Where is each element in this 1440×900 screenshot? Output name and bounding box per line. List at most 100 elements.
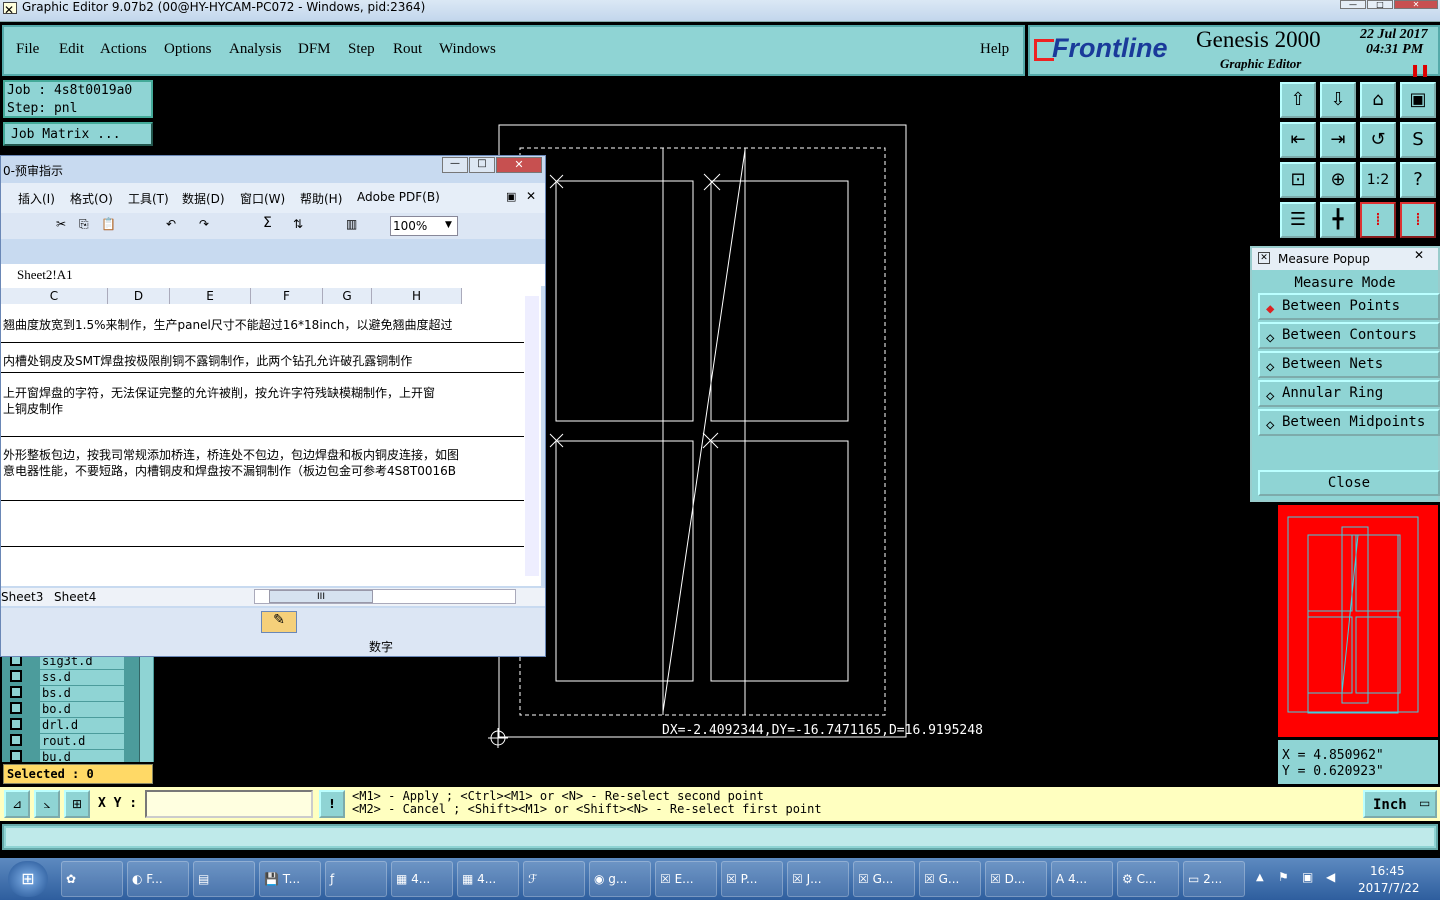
grid-icon[interactable]: ╋ [1320, 202, 1356, 238]
tray-volume-icon[interactable]: ◀ [1326, 870, 1335, 884]
column-header[interactable]: F [251, 288, 323, 304]
menu-file[interactable]: File [16, 41, 39, 58]
zoom-select[interactable]: 100% ▼ [390, 216, 458, 236]
copy-icon[interactable]: ⎘ [79, 217, 89, 232]
units-dropdown-icon[interactable]: ▭ [1419, 796, 1430, 810]
cell-row-3b[interactable]: 上铜皮制作 [3, 400, 523, 417]
taskbar-item[interactable]: ▤ [193, 861, 255, 897]
taskbar-item[interactable]: ◐ F... [127, 861, 189, 897]
grid-tool-icon[interactable]: ⊞ [64, 790, 90, 818]
snap-icon[interactable]: S [1400, 122, 1436, 158]
menu-actions[interactable]: Actions [100, 41, 147, 58]
checkbox-icon[interactable] [10, 750, 22, 762]
option-between-midpoints[interactable]: ◇ Between Midpoints [1258, 409, 1440, 436]
close-window-button[interactable]: ✕ [1394, 0, 1438, 9]
taskbar-item[interactable]: ▦ 4... [457, 861, 519, 897]
select-tool-icon[interactable]: ⊿ [4, 790, 30, 818]
taskbar-item[interactable]: ◉ g... [589, 861, 651, 897]
excel-maximize-button[interactable]: □ [469, 157, 495, 173]
pan-right-icon[interactable]: ⇥ [1320, 122, 1356, 158]
scroll-thumb[interactable]: III [269, 590, 373, 603]
column-header[interactable]: D [108, 288, 170, 304]
menu-options[interactable]: Options [164, 41, 212, 58]
column-header[interactable]: C [1, 288, 108, 304]
option-between-nets[interactable]: ◇ Between Nets [1258, 351, 1440, 378]
excel-close-button[interactable]: ✕ [496, 157, 542, 173]
cut-icon[interactable]: ✂ [56, 217, 66, 231]
menu-rout[interactable]: Rout [393, 41, 422, 58]
column-header[interactable]: G [323, 288, 372, 304]
tray-arrow-icon[interactable]: ▲ [1256, 872, 1264, 883]
menu-help[interactable]: Help [980, 41, 1009, 58]
close-button[interactable]: Close [1258, 470, 1440, 496]
column-header[interactable]: E [170, 288, 251, 304]
layer-scrollbar[interactable] [139, 650, 153, 762]
cell-row-1[interactable]: 翘曲度放宽到1.5%来制作，生产panel尺寸不能超过16*18inch，以避免… [3, 316, 523, 333]
zoom-fit-icon[interactable]: ⊡ [1280, 162, 1316, 198]
job-matrix-button[interactable]: Job Matrix ... [3, 122, 153, 146]
vertical-scrollbar[interactable] [525, 296, 539, 576]
sum-icon[interactable]: Σ [263, 215, 272, 231]
popup-close-icon[interactable]: ✕ [1414, 248, 1424, 262]
close-doc-icon[interactable]: ✕ [526, 189, 536, 203]
menu-windows[interactable]: Windows [439, 41, 496, 58]
taskbar-item[interactable]: ☒ P... [721, 861, 783, 897]
checkbox-icon[interactable] [10, 670, 22, 682]
edit-tool-icon[interactable]: ⦣ [34, 790, 60, 818]
checkbox-icon[interactable] [10, 702, 22, 714]
menu-window[interactable]: 窗口(W) [240, 190, 285, 207]
minimize-button[interactable]: — [1340, 0, 1366, 9]
menu-tools[interactable]: 工具(T) [128, 190, 169, 207]
menu-analysis[interactable]: Analysis [229, 41, 282, 58]
cell-row-4[interactable]: 外形整板包边，按我司常规添加桥连，桥连处不包边，包边焊盘和板内铜皮连接，如图 [3, 446, 523, 463]
taskbar-item[interactable]: ▦ 4... [391, 861, 453, 897]
menu-adobe-pdf[interactable]: Adobe PDF(B) [357, 190, 440, 204]
window-icon[interactable]: ▣ [1400, 82, 1436, 118]
export-icon[interactable]: ⇧ [1280, 82, 1316, 118]
taskbar-item[interactable]: ☒ G... [853, 861, 915, 897]
pan-left-icon[interactable]: ⇤ [1280, 122, 1316, 158]
menu-format[interactable]: 格式(O) [70, 190, 113, 207]
paste-icon[interactable]: 📋 [101, 217, 116, 231]
sheet-tab-3[interactable]: Sheet3 [1, 590, 43, 604]
help-icon[interactable]: ? [1400, 162, 1436, 198]
home-icon[interactable]: ⌂ [1360, 82, 1396, 118]
checkbox-icon[interactable] [10, 718, 22, 730]
layer-item[interactable]: bu.d [2, 750, 127, 762]
layer-red2-icon[interactable]: ⁞ [1400, 202, 1436, 238]
menu-edit[interactable]: Edit [59, 41, 84, 58]
undo-excel-icon[interactable]: ↶ [166, 217, 176, 231]
tray-network-icon[interactable]: ▣ [1302, 870, 1313, 884]
option-annular-ring[interactable]: ◇ Annular Ring [1258, 380, 1440, 407]
restore-icon[interactable]: ▣ [506, 190, 516, 203]
ratio-icon[interactable]: 1:2 [1360, 162, 1396, 198]
menu-dfm[interactable]: DFM [298, 41, 331, 58]
cell-row-2[interactable]: 内槽处铜皮及SMT焊盘按极限削铜不露铜制作，此两个钻孔允许破孔露铜制作 [3, 352, 523, 369]
chevron-down-icon[interactable]: ▼ [445, 220, 452, 230]
cell-row-4b[interactable]: 意电器性能，不要短路，内槽铜皮和焊盘按不漏铜制作（板边包金可参考4S8T0016… [3, 462, 523, 479]
taskbar-item[interactable]: ☒ G... [919, 861, 981, 897]
taskbar-item[interactable]: ƒ [325, 861, 387, 897]
maximize-button[interactable]: □ [1367, 0, 1393, 9]
taskbar-item[interactable]: ☒ E... [655, 861, 717, 897]
zoom-center-icon[interactable]: ⊕ [1320, 162, 1356, 198]
option-between-contours[interactable]: ◇ Between Contours [1258, 322, 1440, 349]
xy-input[interactable] [145, 790, 313, 818]
option-between-points[interactable]: ◆ Between Points [1258, 293, 1440, 320]
sort-asc-icon[interactable]: ⇅ [293, 217, 303, 231]
menu-insert[interactable]: 插入(I) [18, 190, 55, 207]
menu-data[interactable]: 数据(D) [182, 190, 225, 207]
taskbar-item[interactable]: ✿ [61, 861, 123, 897]
clock-time[interactable]: 16:45 [1370, 864, 1405, 878]
import-icon[interactable]: ⇩ [1320, 82, 1356, 118]
start-button[interactable]: ⊞ [8, 861, 48, 897]
menu-help-excel[interactable]: 帮助(H) [300, 190, 342, 207]
units-select[interactable]: Inch ▭ [1363, 790, 1437, 818]
taskbar-item[interactable]: ℱ [523, 861, 585, 897]
clock-date[interactable]: 2017/7/22 [1358, 881, 1420, 895]
cell-row-3[interactable]: 上开窗焊盘的字符，无法保证完整的允许被削，按允许字符残缺模糊制作，上开窗 [3, 384, 523, 401]
horizontal-scrollbar[interactable]: III [254, 589, 516, 604]
menu-step[interactable]: Step [348, 41, 375, 58]
taskbar-item[interactable]: ▭ 2... [1183, 861, 1245, 897]
excel-minimize-button[interactable]: — [442, 157, 468, 173]
